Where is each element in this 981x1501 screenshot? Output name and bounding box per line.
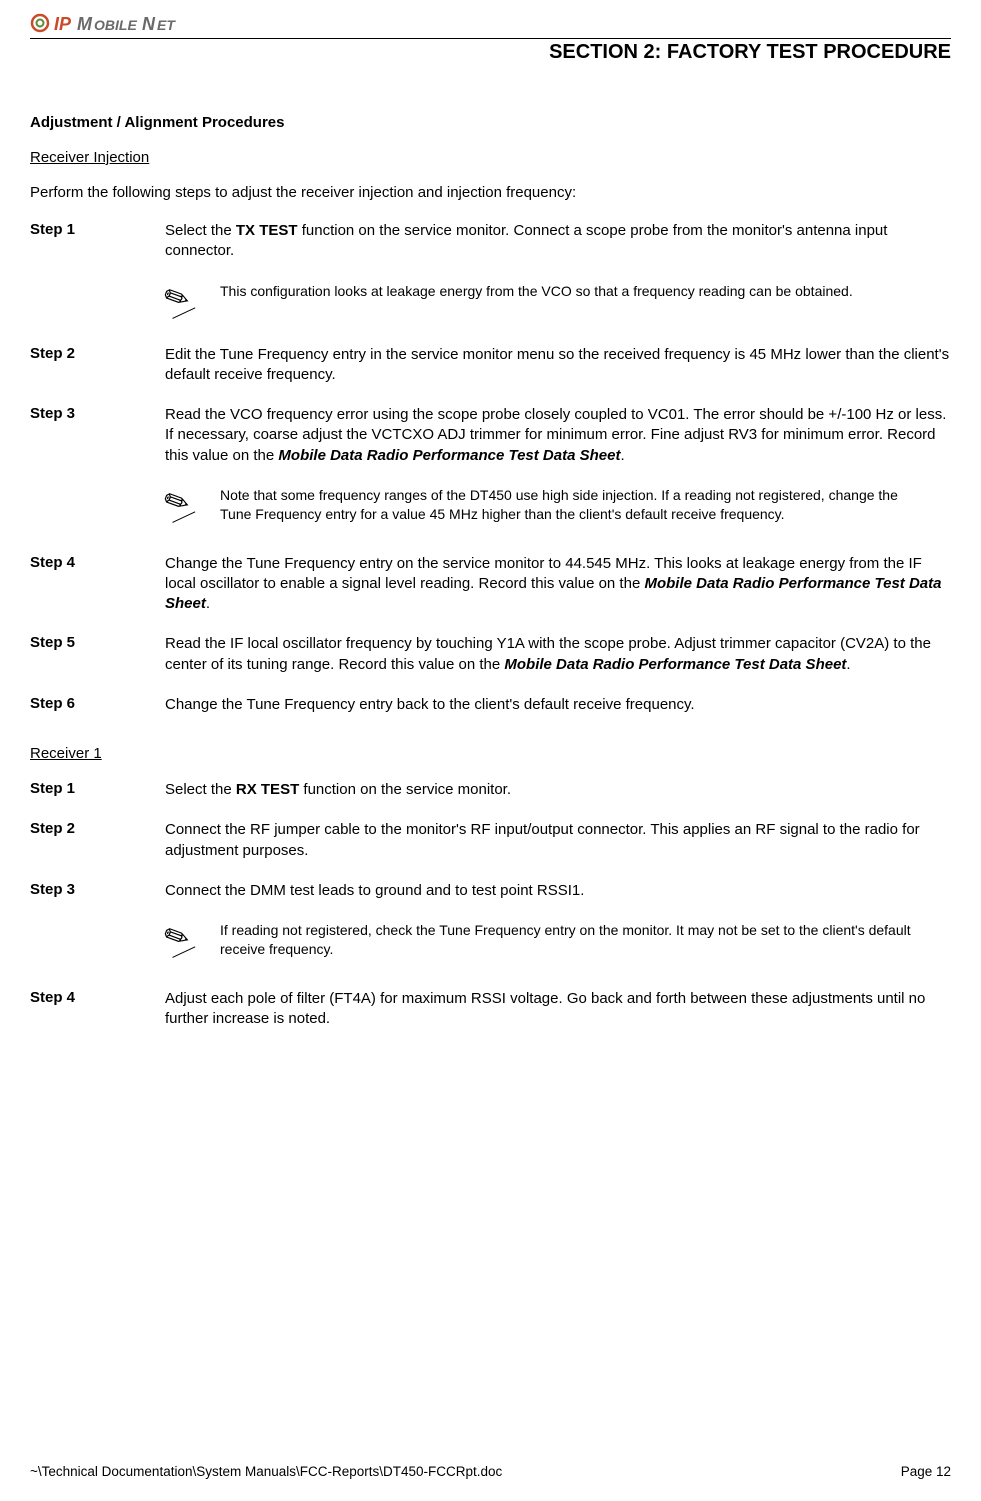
subsection-receiver-injection: Receiver Injection <box>30 149 951 166</box>
t: . <box>846 656 850 673</box>
note-text: If reading not registered, check the Tun… <box>220 921 951 959</box>
step-body: Select the TX TEST function on the servi… <box>165 221 951 262</box>
step-body: Change the Tune Frequency entry back to … <box>165 695 951 715</box>
step-label: Step 4 <box>30 554 165 615</box>
note-text: Note that some frequency ranges of the D… <box>220 486 951 524</box>
logo-row: IP M OBILE N ET <box>30 10 951 36</box>
step-body: Change the Tune Frequency entry on the s… <box>165 554 951 615</box>
svg-text:N: N <box>142 14 156 34</box>
step-body: Connect the DMM test leads to ground and… <box>165 881 951 901</box>
step-label: Step 6 <box>30 695 165 715</box>
svg-text:ET: ET <box>157 17 176 33</box>
step-label: Step 4 <box>30 989 165 1030</box>
step-row: Step 1 Select the TX TEST function on th… <box>30 221 951 262</box>
pencil-icon: ✎ <box>165 486 220 519</box>
t: function on the service monitor. <box>299 781 511 798</box>
footer-page: Page 12 <box>901 1464 951 1479</box>
step-row: Step 6 Change the Tune Frequency entry b… <box>30 695 951 715</box>
step-label: Step 1 <box>30 780 165 800</box>
t: Select the <box>165 781 236 798</box>
step-row: Step 3 Read the VCO frequency error usin… <box>30 405 951 466</box>
step-row: Step 4 Change the Tune Frequency entry o… <box>30 554 951 615</box>
note-block: ✎ This configuration looks at leakage en… <box>165 282 951 315</box>
step-label: Step 3 <box>30 881 165 901</box>
section-title: SECTION 2: FACTORY TEST PROCEDURE <box>30 38 951 64</box>
intro-text: Perform the following steps to adjust th… <box>30 184 951 201</box>
page-header: IP M OBILE N ET SECTION 2: FACTORY TEST … <box>30 10 951 64</box>
step-label: Step 5 <box>30 634 165 675</box>
step-body: Read the IF local oscillator frequency b… <box>165 634 951 675</box>
pencil-icon: ✎ <box>165 282 220 315</box>
main-heading: Adjustment / Alignment Procedures <box>30 114 951 131</box>
step-row: Step 3 Connect the DMM test leads to gro… <box>30 881 951 901</box>
t: Mobile Data Radio Performance Test Data … <box>504 656 846 673</box>
t: RX TEST <box>236 781 299 798</box>
step-row: Step 1 Select the RX TEST function on th… <box>30 780 951 800</box>
step-body: Read the VCO frequency error using the s… <box>165 405 951 466</box>
footer: ~\Technical Documentation\System Manuals… <box>30 1464 951 1479</box>
note-block: ✎ Note that some frequency ranges of the… <box>165 486 951 524</box>
subsection-receiver-1: Receiver 1 <box>30 745 951 762</box>
step-row: Step 5 Read the IF local oscillator freq… <box>30 634 951 675</box>
step-body: Select the RX TEST function on the servi… <box>165 780 951 800</box>
t: Mobile Data Radio Performance Test Data … <box>278 447 620 464</box>
step-body: Edit the Tune Frequency entry in the ser… <box>165 345 951 386</box>
step-label: Step 2 <box>30 820 165 861</box>
step-row: Step 4 Adjust each pole of filter (FT4A)… <box>30 989 951 1030</box>
t: . <box>206 595 210 612</box>
svg-text:OBILE: OBILE <box>94 17 137 33</box>
step-body: Adjust each pole of filter (FT4A) for ma… <box>165 989 951 1030</box>
step-body: Connect the RF jumper cable to the monit… <box>165 820 951 861</box>
t: TX TEST <box>236 222 298 239</box>
svg-text:IP: IP <box>54 14 72 34</box>
svg-text:M: M <box>77 14 93 34</box>
step-label: Step 1 <box>30 221 165 262</box>
step-label: Step 3 <box>30 405 165 466</box>
step-row: Step 2 Connect the RF jumper cable to th… <box>30 820 951 861</box>
step-row: Step 2 Edit the Tune Frequency entry in … <box>30 345 951 386</box>
footer-path: ~\Technical Documentation\System Manuals… <box>30 1464 502 1479</box>
note-text: This configuration looks at leakage ener… <box>220 282 951 301</box>
t: . <box>620 447 624 464</box>
note-block: ✎ If reading not registered, check the T… <box>165 921 951 959</box>
step-label: Step 2 <box>30 345 165 386</box>
t: Select the <box>165 222 236 239</box>
pencil-icon: ✎ <box>165 921 220 954</box>
logo: IP M OBILE N ET <box>30 10 210 36</box>
